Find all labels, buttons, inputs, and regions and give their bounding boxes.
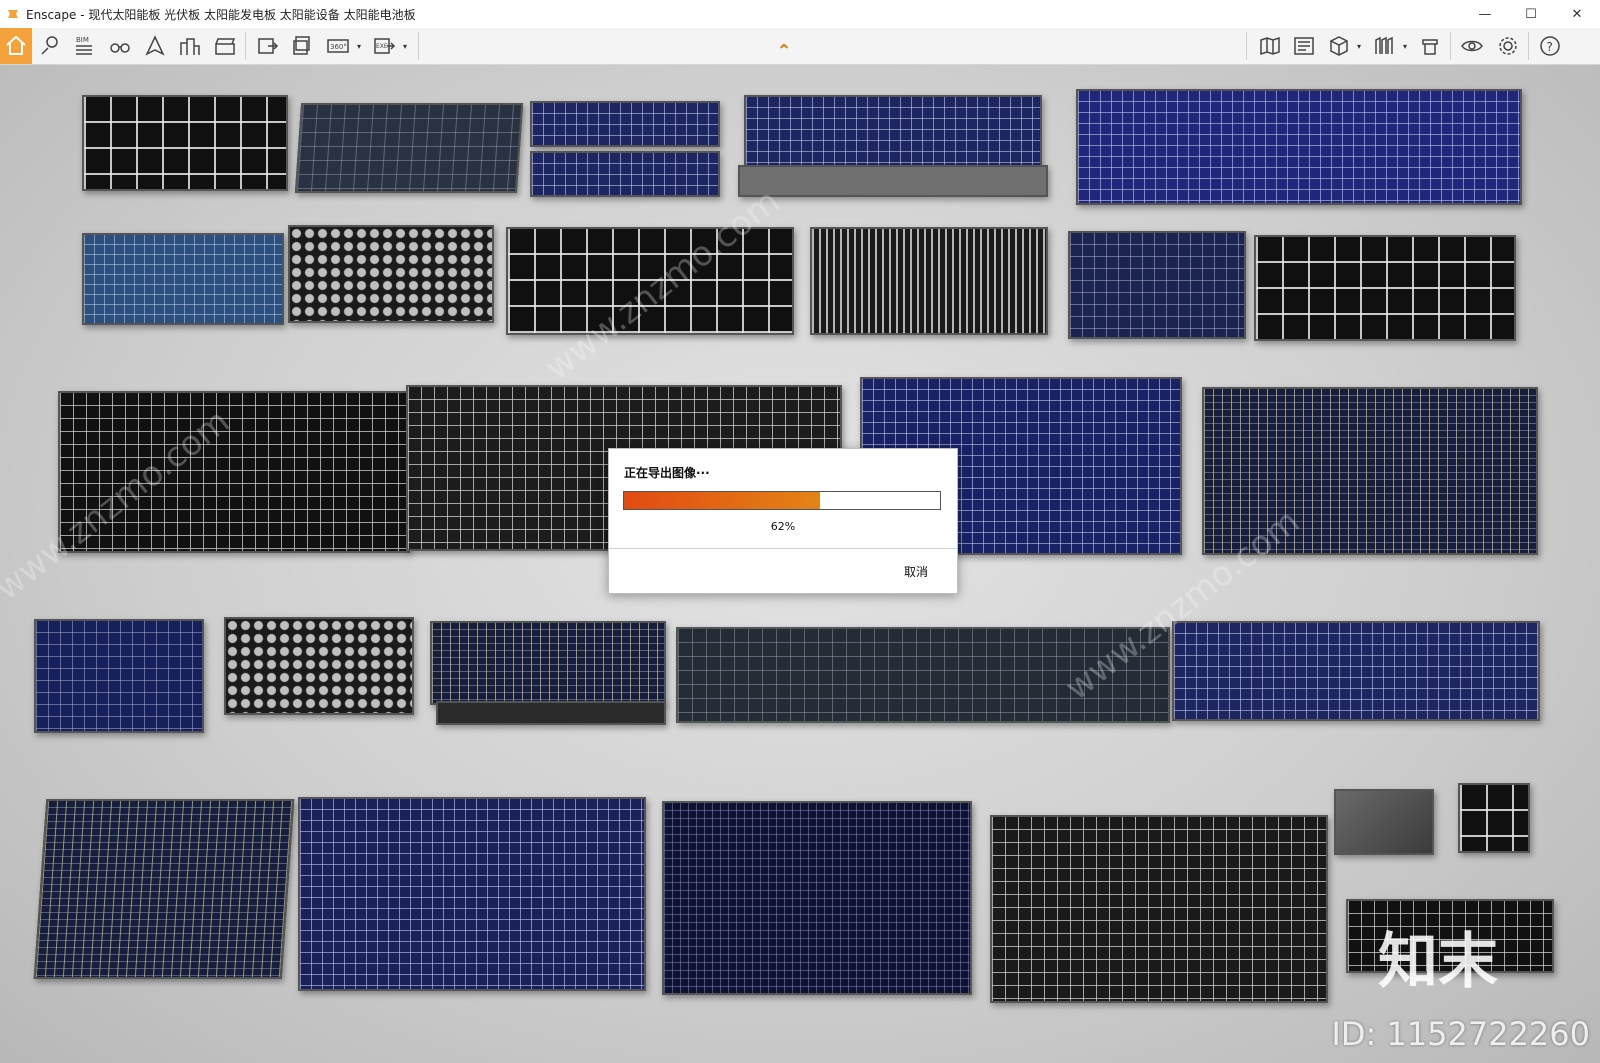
progress-percent: 62% bbox=[770, 520, 796, 533]
solar-panel bbox=[530, 151, 720, 197]
sections-icon bbox=[1375, 36, 1393, 54]
visual-settings-button[interactable] bbox=[1458, 28, 1486, 64]
panorama-360-icon: 360° bbox=[327, 39, 349, 53]
svg-text:360°: 360° bbox=[330, 43, 347, 51]
export-exe-button[interactable]: EXE bbox=[370, 28, 398, 64]
inverter-box bbox=[1334, 789, 1434, 855]
id-watermark: ID: 1152722260 bbox=[1331, 1015, 1590, 1053]
enscape-logo-icon bbox=[8, 10, 18, 18]
solar-panel bbox=[1076, 89, 1522, 205]
buildings-icon bbox=[180, 38, 200, 55]
solar-panel bbox=[744, 95, 1042, 167]
solar-panel bbox=[1254, 235, 1516, 341]
sync-button[interactable] bbox=[176, 28, 204, 64]
solar-panel bbox=[1458, 783, 1530, 853]
solar-panel-base bbox=[436, 701, 666, 725]
collapse-toolbar-chevron-icon[interactable]: ⌃ bbox=[776, 42, 792, 62]
solar-panel bbox=[58, 391, 410, 553]
visibility-icon bbox=[1461, 40, 1483, 52]
solar-panel bbox=[288, 225, 494, 323]
export-exe-icon: EXE bbox=[374, 38, 396, 54]
sections-dropdown-chevron-icon[interactable]: ▾ bbox=[1402, 41, 1408, 51]
solar-panel bbox=[506, 227, 794, 335]
bim-info-button[interactable]: BIM bbox=[70, 28, 98, 64]
home-icon bbox=[6, 35, 26, 55]
svg-text:BIM: BIM bbox=[76, 36, 89, 44]
close-button[interactable]: ✕ bbox=[1554, 0, 1600, 28]
clapperboard-icon bbox=[215, 38, 236, 55]
screenshot-button[interactable] bbox=[254, 28, 282, 64]
panorama-button[interactable]: 360° bbox=[324, 28, 352, 64]
help-icon: ? bbox=[1540, 36, 1560, 56]
solar-panel bbox=[224, 617, 414, 715]
home-button[interactable] bbox=[0, 28, 32, 64]
asset-library-icon bbox=[1294, 37, 1314, 55]
sections-button[interactable] bbox=[1370, 28, 1398, 64]
settings-button[interactable] bbox=[1494, 28, 1522, 64]
solar-panel-frame bbox=[738, 165, 1048, 197]
export-screenshot-icon bbox=[258, 38, 279, 54]
view-mode-dropdown-chevron-icon[interactable]: ▾ bbox=[1356, 41, 1362, 51]
binoculars-icon bbox=[110, 43, 130, 53]
title-bar: Enscape - 现代太阳能板 光伏板 太阳能发电板 太阳能设备 太阳能电池板… bbox=[0, 0, 1600, 28]
toolbar: BIM 360° ▾ EXE ▾ ⌃ ▾ ▾ ? bbox=[0, 28, 1600, 65]
progress-bar-fill bbox=[624, 492, 820, 509]
export-dropdown-chevron-icon[interactable]: ▾ bbox=[402, 41, 408, 51]
navigation-button[interactable] bbox=[141, 28, 169, 64]
solar-panel bbox=[82, 233, 284, 325]
solar-panel bbox=[1068, 231, 1246, 339]
batch-render-button[interactable] bbox=[289, 28, 317, 64]
walk-mode-button[interactable] bbox=[106, 28, 134, 64]
navigation-mode-icon bbox=[145, 35, 165, 56]
solar-panel bbox=[298, 797, 646, 991]
minimize-button[interactable]: — bbox=[1462, 0, 1508, 28]
export-progress-dialog: 正在导出图像··· 62% 取消 bbox=[608, 448, 958, 594]
map-icon bbox=[1260, 36, 1280, 56]
solar-panel bbox=[810, 227, 1048, 335]
views-button[interactable] bbox=[36, 28, 64, 64]
solar-panel bbox=[530, 101, 720, 147]
dialog-divider bbox=[609, 548, 957, 549]
solar-panel bbox=[33, 799, 295, 979]
material-editor-icon bbox=[1422, 39, 1438, 55]
solar-panel bbox=[990, 815, 1328, 1003]
view-mode-button[interactable] bbox=[1325, 28, 1353, 64]
bim-info-icon: BIM bbox=[76, 36, 92, 55]
solar-panel bbox=[82, 95, 288, 191]
location-pin-icon bbox=[41, 36, 58, 55]
video-editor-button[interactable] bbox=[211, 28, 239, 64]
help-button[interactable]: ? bbox=[1536, 28, 1564, 64]
svg-text:?: ? bbox=[1547, 40, 1553, 54]
settings-icon bbox=[1499, 37, 1517, 55]
solar-panel bbox=[1172, 621, 1540, 721]
solar-panel bbox=[662, 801, 972, 995]
brand-watermark: 知末 bbox=[1378, 927, 1498, 997]
maximize-button[interactable]: ☐ bbox=[1508, 0, 1554, 28]
cancel-button[interactable]: 取消 bbox=[887, 559, 945, 583]
solar-panel bbox=[294, 103, 524, 193]
batch-render-icon bbox=[293, 36, 310, 55]
material-editor-button[interactable] bbox=[1416, 28, 1444, 64]
solar-panel bbox=[1202, 387, 1538, 555]
solar-panel bbox=[34, 619, 204, 733]
dialog-title: 正在导出图像··· bbox=[624, 466, 710, 480]
map-button[interactable] bbox=[1256, 28, 1284, 64]
progress-bar bbox=[623, 491, 941, 510]
svg-text:EXE: EXE bbox=[376, 43, 388, 50]
asset-library-button[interactable] bbox=[1290, 28, 1318, 64]
cube-view-icon bbox=[1330, 36, 1348, 56]
window-title: Enscape - 现代太阳能板 光伏板 太阳能发电板 太阳能设备 太阳能电池板 bbox=[26, 7, 416, 22]
solar-panel bbox=[676, 627, 1170, 723]
panorama-dropdown-chevron-icon[interactable]: ▾ bbox=[356, 41, 362, 51]
solar-panel bbox=[430, 621, 666, 705]
